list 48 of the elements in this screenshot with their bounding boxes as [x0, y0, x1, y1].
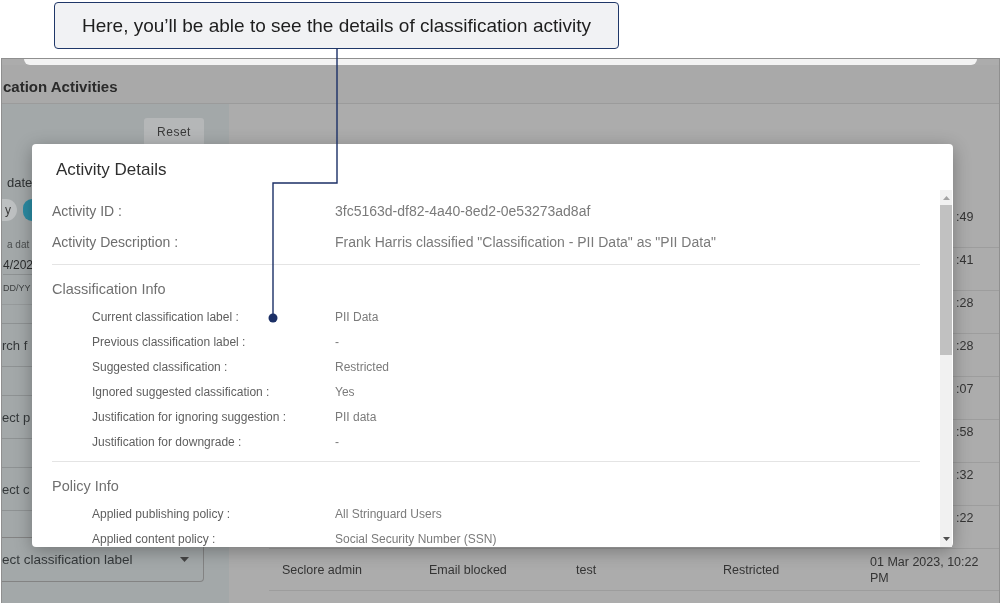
table-cell: :28	[956, 338, 974, 354]
field-value: All Stringuard Users	[335, 506, 442, 521]
field-label: Activity ID :	[52, 202, 122, 219]
field-value: Frank Harris classified "Classification - PII Data" as "PII Data"	[335, 233, 716, 250]
field-label: Justification for downgrade :	[92, 434, 242, 449]
table-cell: Restricted	[723, 561, 780, 578]
scroll-thumb[interactable]	[940, 205, 952, 355]
scroll-up-icon[interactable]	[942, 196, 950, 200]
table-cell: :22	[956, 510, 974, 526]
date-chip[interactable]	[23, 199, 32, 221]
field-label: Justification for ignoring suggestion :	[92, 409, 287, 424]
section-title: Classification Info	[52, 281, 166, 297]
table-cell: :07	[956, 381, 974, 397]
date-chip[interactable]: y	[2, 199, 17, 221]
scroll-down-icon[interactable]	[942, 537, 950, 541]
field-value: -	[335, 434, 339, 449]
field-label: Activity Description :	[52, 233, 179, 250]
field-label: Applied publishing policy :	[92, 506, 231, 521]
table-cell-text: 01 Mar 2023, 10:22 PM	[870, 553, 980, 586]
scrollbar[interactable]	[940, 190, 952, 547]
reset-button[interactable]: Reset	[144, 118, 204, 146]
dialog-title: Activity Details	[56, 160, 167, 180]
field-value: PII Data	[335, 309, 379, 324]
field-label: Suggested classification :	[92, 359, 228, 374]
field-value: -	[335, 334, 339, 349]
table-cell: :32	[956, 467, 974, 483]
table-cell: :58	[956, 424, 974, 440]
field-label: Ignored suggested classification :	[92, 384, 270, 399]
caret-icon	[180, 557, 189, 562]
table-cell: Email blocked	[429, 561, 507, 578]
page-title: cation Activities	[3, 77, 118, 95]
table-cell: :28	[956, 295, 974, 311]
table-cell: :41	[956, 252, 974, 268]
date-label: date	[7, 175, 33, 191]
field-value: 3fc5163d-df82-4a40-8ed2-0e53273ad8af	[335, 202, 591, 219]
hint-text: DD/YY	[3, 283, 31, 294]
field-label: Current classification label :	[92, 309, 239, 324]
table-cell: test	[576, 561, 597, 578]
field-value: Yes	[335, 384, 355, 399]
field-label: Previous classification label :	[92, 334, 246, 349]
section-title: Policy Info	[52, 478, 119, 494]
field-value: Social Security Number (SSN)	[335, 531, 497, 546]
callout: Here, you’ll be able to see the details of classification activity	[54, 2, 619, 49]
table-cell: :49	[956, 209, 974, 225]
table-cell: Seclore admin	[282, 561, 362, 578]
field-value: PII data	[335, 409, 377, 424]
field-label: a dat	[7, 239, 30, 251]
field-value: Restricted	[335, 359, 390, 374]
